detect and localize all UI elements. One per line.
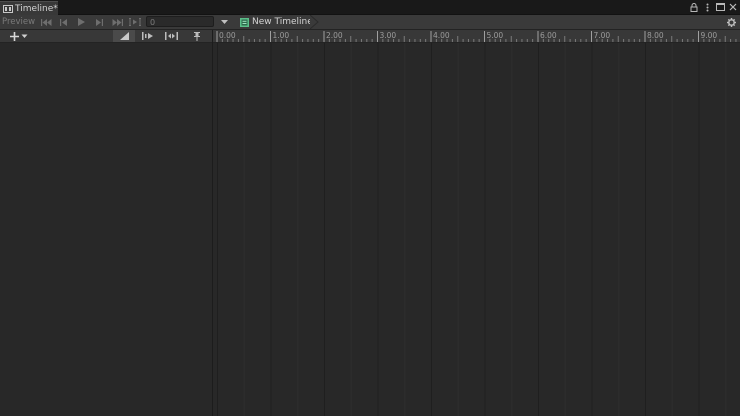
ruler-tick-label: 8.00 [647,31,664,40]
ruler-tick-label: 7.00 [593,31,611,40]
timeline-toolbar: Preview 0 New Timeline [0,15,740,30]
preview-button[interactable]: Preview [2,16,36,28]
kebab-menu-icon[interactable] [702,2,712,12]
play-range-icon [129,18,141,26]
chevron-down-icon [221,20,228,24]
ruler-tick-label: 4.00 [433,31,450,40]
time-ruler[interactable]: 0.00 1.00 2.00 3.00 4.00 5.00 6.00 7.00 8.00 9.00 [213,30,740,43]
track-list-panel[interactable] [0,43,212,416]
chevron-down-icon [21,34,28,38]
skip-to-end-icon [112,18,123,26]
ruler-tick-label: 6.00 [540,31,557,40]
play-range-button[interactable] [127,16,143,28]
zoom-toggle-button[interactable] [113,30,135,42]
ripple-edit-button[interactable] [162,30,180,42]
skip-to-start-icon [40,18,51,26]
previous-frame-icon [60,18,67,26]
ruler-tick-label: 9.00 [700,31,718,40]
ruler-tick-label: 3.00 [379,31,397,40]
gear-icon [726,17,736,27]
current-frame-field[interactable]: 0 [146,16,214,27]
pin-icon [194,31,200,41]
window-controls [689,1,738,13]
ripple-icon [164,32,178,40]
go-to-end-button[interactable] [109,16,125,28]
ruler-tick-label: 2.00 [326,31,343,40]
frame-format-dropdown[interactable] [220,17,229,27]
ruler-tick-label: 1.00 [272,31,290,40]
go-to-start-button[interactable] [38,16,54,28]
close-icon[interactable] [728,2,738,12]
ruler-tick-label: 0.00 [219,31,236,40]
ruler-tick-label: 5.00 [486,31,504,40]
snap-button[interactable] [139,30,157,42]
timeline-settings-button[interactable] [725,16,737,28]
film-strip-icon [3,4,13,13]
maximize-icon[interactable] [715,2,725,12]
breadcrumb-separator-icon [310,15,319,29]
previous-frame-button[interactable] [56,16,72,28]
snap-to-frame-icon [142,32,153,40]
add-track-button[interactable] [10,30,34,42]
timeline-tab[interactable]: Timeline* [0,1,58,15]
track-header-toolbar [0,30,212,43]
next-frame-button[interactable] [91,16,107,28]
lock-icon[interactable] [689,2,699,12]
tab-label: Timeline* [15,3,58,14]
plus-icon [10,31,19,41]
zoom-ramp-icon [120,32,129,40]
timeline-asset-icon [240,17,249,27]
play-icon [77,18,85,26]
breadcrumb-label: New Timeline [252,17,313,27]
window-tab-bar: Timeline* [0,0,740,15]
timeline-breadcrumb[interactable]: New Timeline [236,15,318,29]
clip-track-area[interactable] [213,43,740,416]
pin-button[interactable] [190,30,204,42]
next-frame-icon [96,18,103,26]
play-button[interactable] [73,16,89,28]
time-grid [217,43,727,416]
